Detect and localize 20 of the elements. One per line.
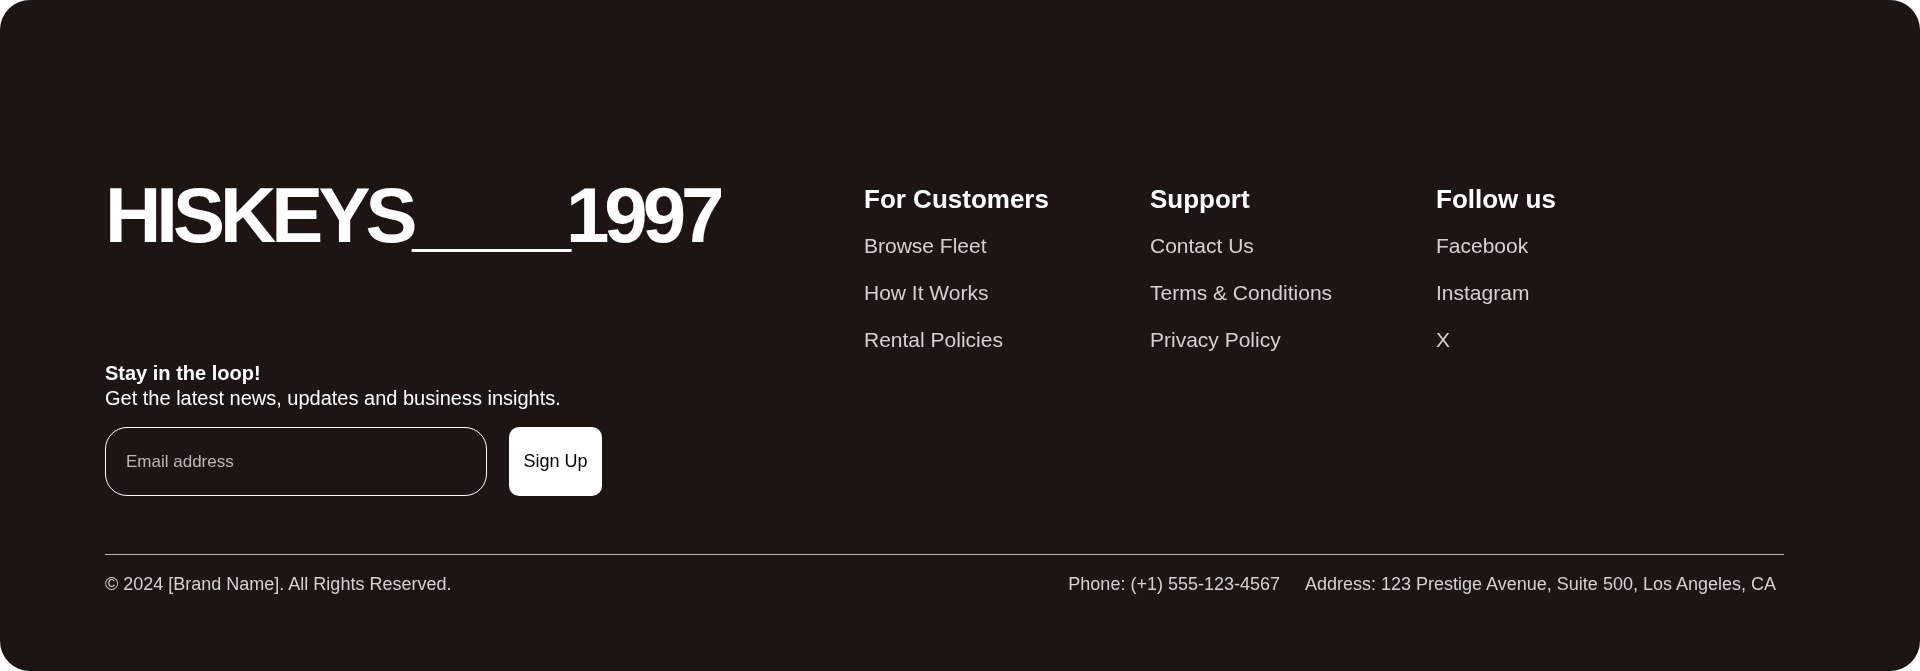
sign-up-button[interactable]: Sign Up <box>509 427 602 496</box>
newsletter-title: Stay in the loop! <box>105 361 261 385</box>
column-heading: For Customers <box>864 183 1049 216</box>
footer-link[interactable]: Terms & Conditions <box>1150 269 1333 316</box>
address-text: Address: 123 Prestige Avenue, Suite 500, Los Angeles, CA <box>1305 573 1776 596</box>
footer-link[interactable]: Instagram <box>1436 269 1530 316</box>
newsletter-subtitle: Get the latest news, updates and business insights. <box>105 386 561 411</box>
copyright-text: © 2024 [Brand Name]. All Rights Reserved. <box>105 573 452 596</box>
email-input-field[interactable]: Email address <box>105 427 487 496</box>
footer-link[interactable]: Facebook <box>1436 222 1529 269</box>
column-heading: Follow us <box>1436 183 1556 216</box>
footer-link[interactable]: Rental Policies <box>864 316 1003 363</box>
footer-link[interactable]: Contact Us <box>1150 222 1254 269</box>
brand-logo: HISKEYS____1997 <box>105 176 720 254</box>
phone-text: Phone: (+1) 555-123-4567 <box>1068 573 1280 596</box>
footer-link[interactable]: X <box>1436 316 1450 363</box>
footer-link[interactable]: Browse Fleet <box>864 222 987 269</box>
footer-link[interactable]: Privacy Policy <box>1150 316 1281 363</box>
column-heading: Support <box>1150 183 1250 216</box>
footer-link[interactable]: How It Works <box>864 269 989 316</box>
